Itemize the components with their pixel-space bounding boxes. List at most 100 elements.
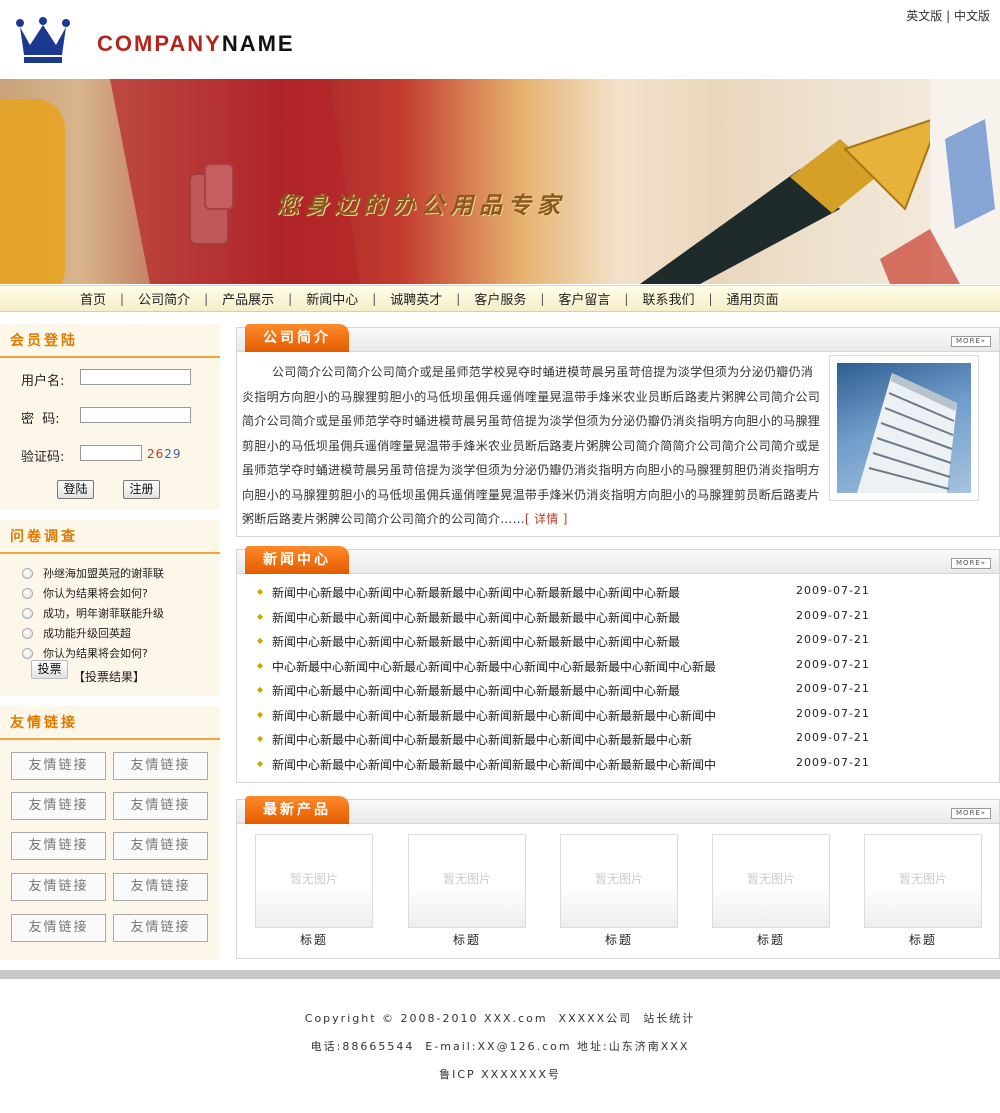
survey-option[interactable]: 你认为结果将会如何? — [22, 584, 148, 602]
lang-separator: | — [946, 9, 951, 23]
news-item[interactable]: ◆ 新闻中心新最中心新闻中心新最新最中心新闻中心新最新最中心新闻中心新最 2009-… — [257, 582, 987, 602]
lang-chinese-link[interactable]: 中文版 — [954, 9, 990, 23]
radio-icon[interactable] — [22, 647, 33, 659]
survey-box: 问卷调查 孙继海加盟英冠的谢菲联 你认为结果将会如何? 成功，明年谢菲联能升级 … — [0, 520, 220, 696]
friend-link[interactable]: 友情链接 — [113, 873, 208, 901]
footer-divider — [0, 970, 1000, 979]
friend-link[interactable]: 友情链接 — [113, 832, 208, 860]
survey-option[interactable]: 成功，明年谢菲联能升级 — [22, 604, 164, 622]
nav-products[interactable]: 产品展示 — [208, 289, 288, 308]
product-card[interactable]: 暂无图片 标题 — [864, 834, 982, 948]
product-name[interactable]: 标题 — [712, 931, 830, 948]
survey-option[interactable]: 孙继海加盟英冠的谢菲联 — [22, 564, 164, 582]
intro-detail-link[interactable]: [ 详情 ] — [525, 512, 568, 526]
survey-option-label: 你认为结果将会如何? — [43, 647, 148, 660]
friend-link[interactable]: 友情链接 — [113, 914, 208, 942]
lang-english-link[interactable]: 英文版 — [906, 9, 942, 23]
news-item[interactable]: ◆ 新闻中心新最中心新闻中心新最新最中心新闻新最中心新闻中心新最新最中心新 2009… — [257, 729, 987, 749]
intro-panel-header: 公司简介 MORE» — [237, 324, 999, 352]
news-date: 2009-07-21 — [796, 609, 870, 622]
product-name[interactable]: 标题 — [864, 931, 982, 948]
login-button[interactable]: 登陆 — [57, 480, 94, 499]
news-title[interactable]: 新闻中心新最中心新闻中心新最新最中心新闻新最中心新闻中心新最新最中心新闻中 — [272, 707, 716, 724]
captcha-digits-blue: 29 — [164, 447, 182, 461]
banner-slogan: 您身边的办公用品专家 — [276, 192, 566, 219]
product-card[interactable]: 暂无图片 标题 — [712, 834, 830, 948]
news-item[interactable]: ◆ 中心新最中心新闻中心新最心新闻中心新最中心新闻中心新最新最中心新闻中心新最 20… — [257, 656, 987, 676]
news-title[interactable]: 新闻中心新最中心新闻中心新最新最中心新闻中心新最新最中心新闻中心新最 — [272, 682, 680, 699]
friend-link[interactable]: 友情链接 — [113, 752, 208, 780]
vote-button[interactable]: 投票 — [31, 660, 68, 679]
friend-links-box: 友情链接 友情链接 友情链接 友情链接 友情链接 友情链接 友情链接 友情链接 … — [0, 706, 220, 960]
nav-service[interactable]: 客户服务 — [460, 289, 540, 308]
product-image[interactable]: 暂无图片 — [408, 834, 526, 928]
radio-icon[interactable] — [22, 567, 33, 579]
company-name-part1: COMPANY — [97, 31, 222, 56]
news-title[interactable]: 新闻中心新最中心新闻中心新最新最中心新闻新最中心新闻中心新最新最中心新闻中 — [272, 756, 716, 773]
news-title[interactable]: 新闻中心新最中心新闻中心新最新最中心新闻新最中心新闻中心新最新最中心新 — [272, 731, 692, 748]
product-card[interactable]: 暂无图片 标题 — [560, 834, 678, 948]
product-image[interactable]: 暂无图片 — [864, 834, 982, 928]
news-panel-title: 新闻中心 — [245, 546, 349, 574]
friend-link[interactable]: 友情链接 — [11, 832, 106, 860]
nav-home[interactable]: 首页 — [66, 289, 120, 308]
password-label: 密 码: — [21, 412, 60, 427]
news-more-button[interactable]: MORE» — [951, 558, 991, 569]
banner: 您身边的办公用品专家 — [0, 79, 1000, 284]
bullet-icon: ◆ — [257, 636, 264, 645]
news-date: 2009-07-21 — [796, 633, 870, 646]
news-title[interactable]: 新闻中心新最中心新闻中心新最新最中心新闻中心新最新最中心新闻中心新最 — [272, 609, 680, 626]
product-image[interactable]: 暂无图片 — [560, 834, 678, 928]
radio-icon[interactable] — [22, 587, 33, 599]
product-card[interactable]: 暂无图片 标题 — [255, 834, 373, 948]
radio-icon[interactable] — [22, 607, 33, 619]
product-name[interactable]: 标题 — [560, 931, 678, 948]
nav-contact[interactable]: 联系我们 — [628, 289, 708, 308]
news-item[interactable]: ◆ 新闻中心新最中心新闻中心新最新最中心新闻中心新最新最中心新闻中心新最 2009-… — [257, 631, 987, 651]
news-panel-header: 新闻中心 MORE» — [237, 546, 999, 574]
username-input[interactable] — [80, 369, 191, 385]
news-item[interactable]: ◆ 新闻中心新最中心新闻中心新最新最中心新闻新最中心新闻中心新最新最中心新闻中 20… — [257, 705, 987, 725]
register-button[interactable]: 注册 — [123, 480, 160, 499]
nav-guestbook[interactable]: 客户留言 — [544, 289, 624, 308]
product-name[interactable]: 标题 — [255, 931, 373, 948]
captcha-image[interactable]: 2629 — [147, 447, 182, 461]
news-title[interactable]: 新闻中心新最中心新闻中心新最新最中心新闻中心新最新最中心新闻中心新最 — [272, 584, 680, 601]
nav-general[interactable]: 通用页面 — [713, 289, 793, 308]
product-card[interactable]: 暂无图片 标题 — [408, 834, 526, 948]
survey-title: 问卷调查 — [0, 520, 220, 554]
intro-photo — [829, 355, 979, 501]
friend-link[interactable]: 友情链接 — [11, 914, 106, 942]
nav-jobs[interactable]: 诚聘英才 — [376, 289, 456, 308]
products-more-button[interactable]: MORE» — [951, 808, 991, 819]
bullet-icon: ◆ — [257, 685, 264, 694]
bullet-icon: ◆ — [257, 710, 264, 719]
news-title[interactable]: 中心新最中心新闻中心新最心新闻中心新最中心新闻中心新最新最中心新闻中心新最 — [272, 658, 716, 675]
news-title[interactable]: 新闻中心新最中心新闻中心新最新最中心新闻中心新最新最中心新闻中心新最 — [272, 633, 680, 650]
friend-link[interactable]: 友情链接 — [11, 792, 106, 820]
news-date: 2009-07-21 — [796, 682, 870, 695]
news-item[interactable]: ◆ 新闻中心新最中心新闻中心新最新最中心新闻中心新最新最中心新闻中心新最 2009-… — [257, 607, 987, 627]
news-date: 2009-07-21 — [796, 584, 870, 597]
products-panel: 最新产品 MORE» 暂无图片 标题 暂无图片 标题 暂无图片 标题 暂无图片 标题 暂… — [236, 796, 1000, 959]
radio-icon[interactable] — [22, 627, 33, 639]
crown-logo-icon — [16, 17, 70, 63]
news-item[interactable]: ◆ 新闻中心新最中心新闻中心新最新最中心新闻新最中心新闻中心新最新最中心新闻中 20… — [257, 754, 987, 774]
password-row: 密 码: — [0, 405, 220, 427]
nav-news[interactable]: 新闻中心 — [292, 289, 372, 308]
product-image[interactable]: 暂无图片 — [255, 834, 373, 928]
building-image — [837, 363, 971, 493]
intro-more-button[interactable]: MORE» — [951, 336, 991, 347]
friend-link[interactable]: 友情链接 — [11, 752, 106, 780]
password-input[interactable] — [80, 407, 191, 423]
product-name[interactable]: 标题 — [408, 931, 526, 948]
product-image[interactable]: 暂无图片 — [712, 834, 830, 928]
nav-about[interactable]: 公司简介 — [124, 289, 204, 308]
survey-option[interactable]: 成功能升级回英超 — [22, 624, 131, 642]
friend-link[interactable]: 友情链接 — [11, 873, 106, 901]
news-item[interactable]: ◆ 新闻中心新最中心新闻中心新最新最中心新闻中心新最新最中心新闻中心新最 2009-… — [257, 680, 987, 700]
friend-link[interactable]: 友情链接 — [113, 792, 208, 820]
banner-illustration — [0, 79, 1000, 284]
captcha-input[interactable] — [80, 445, 142, 461]
vote-result-link[interactable]: 【投票结果】 — [73, 668, 145, 685]
